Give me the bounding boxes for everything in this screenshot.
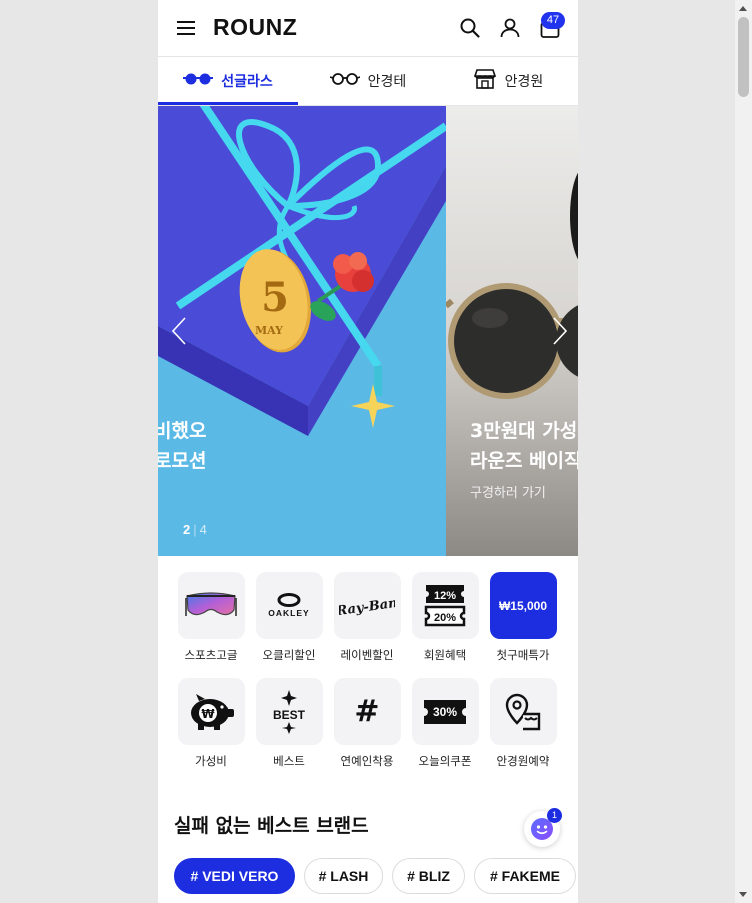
category-label: 오늘의쿠폰 [418, 754, 472, 768]
rounz-logo[interactable]: ROUNZ [213, 14, 297, 41]
tab-label: 안경테 [367, 74, 407, 90]
category-tabs: 선글라스 안경테 안경원 [158, 57, 578, 106]
brand-chip-fakeme[interactable]: # FAKEME [474, 858, 576, 894]
gift-box-illustration: 5 MAY [158, 106, 446, 556]
category-label: 회원혜택 [423, 648, 467, 662]
hamburger-menu-icon[interactable] [176, 18, 198, 38]
brand-chip-bliz[interactable]: # BLIZ [392, 858, 465, 894]
carousel-pager: 2 | 4 [183, 522, 207, 537]
pager-current: 2 [183, 522, 191, 537]
category-celebrity[interactable]: # 연예인착용 [328, 678, 406, 769]
rayban-logo-text: Ray-Ban [339, 595, 395, 619]
category-daily-coupon[interactable]: 30% 오늘의쿠폰 [406, 678, 484, 769]
slide-cta-link[interactable]: 구경하러 가기 [470, 482, 546, 501]
coupon-top-text: 12% [434, 590, 456, 602]
slide-title: 비했오 로모션 [158, 420, 207, 472]
category-value[interactable]: ₩ 가성비 [172, 678, 250, 769]
gift-tag-month: MAY [255, 324, 283, 337]
carousel-prev-chevron-icon[interactable] [170, 316, 190, 346]
tab-eyeglasses[interactable]: 안경테 [298, 57, 438, 105]
slide-title: 3만원대 가성 라운즈 베이직 [470, 420, 578, 472]
sports-goggle-icon [177, 572, 245, 639]
scroll-down-arrow-icon[interactable] [739, 892, 747, 897]
best-brands-title: 실패 없는 베스트 브랜드 [174, 815, 369, 837]
store-icon [473, 68, 497, 94]
brand-chip-vedi-vero[interactable]: # VEDI VERO [174, 858, 295, 894]
pager-total: 4 [199, 522, 207, 537]
category-sports-goggles[interactable]: 스포츠고글 [172, 572, 250, 663]
search-icon[interactable] [458, 16, 482, 40]
hashtag-icon: # [333, 678, 401, 745]
best-icon: BEST [255, 678, 323, 745]
price-tile: ₩15,000 [489, 572, 557, 639]
category-label: 첫구매특가 [496, 648, 550, 662]
tab-sunglasses[interactable]: 선글라스 [158, 57, 298, 105]
category-label: 가성비 [195, 754, 227, 768]
coupon-text: 30% [433, 705, 457, 719]
category-label: 연예인착용 [340, 754, 394, 768]
category-store-reservation[interactable]: 안경원예약 [484, 678, 562, 769]
category-label: 스포츠고글 [184, 648, 238, 662]
promo-carousel[interactable]: 5 MAY 비했오 로모션 3만원대 가성 라운즈 베이직 구경하러 가기 2 … [158, 106, 578, 556]
location-store-icon [489, 678, 557, 745]
category-first-purchase[interactable]: ₩15,000 첫구매특가 [484, 572, 562, 663]
pager-separator: | [193, 522, 197, 537]
category-label: 안경원예약 [496, 754, 550, 768]
piggy-won-symbol: ₩ [201, 707, 215, 721]
scroll-up-arrow-icon[interactable] [739, 6, 747, 11]
hashtag-symbol: # [354, 694, 380, 729]
price-text: ₩15,000 [498, 598, 548, 613]
tab-optical-store[interactable]: 안경원 [438, 57, 578, 105]
sunglasses-icon [183, 72, 214, 90]
active-tab-indicator [158, 102, 298, 105]
cart-count-badge: 47 [541, 12, 565, 29]
coupon-icon: 30% [411, 678, 479, 745]
top-header: ROUNZ 47 [158, 0, 578, 57]
best-text: BEST [273, 708, 306, 722]
gift-tag-number: 5 [261, 274, 289, 321]
page-scrollbar[interactable] [735, 0, 752, 903]
carousel-next-chevron-icon[interactable] [549, 316, 569, 346]
oakley-logo-text: OAKLEY [268, 608, 309, 618]
category-label: 베스트 [273, 754, 305, 768]
category-label: 레이벤할인 [340, 648, 394, 662]
category-member-benefits[interactable]: 12% 20% 회원혜택 [406, 572, 484, 663]
category-rayban-sale[interactable]: Ray-Ban 레이벤할인 [328, 572, 406, 663]
app-frame: ROUNZ 47 선글라스 안경테 안경원 5 MAY 비했오 로모션 3만원대… [158, 0, 578, 903]
coupon-stack-icon: 12% 20% [411, 572, 479, 639]
scrollbar-thumb[interactable] [738, 17, 749, 97]
glasses-icon [329, 72, 360, 90]
coupon-bottom-text: 20% [434, 612, 456, 624]
chat-unread-badge: 1 [547, 808, 562, 823]
carousel-slide-gift[interactable]: 5 MAY 비했오 로모션 [158, 106, 446, 556]
tab-label: 안경원 [504, 74, 544, 90]
oakley-logo: OAKLEY [255, 572, 323, 639]
brand-chip-lash[interactable]: # LASH [304, 858, 383, 894]
user-icon[interactable] [498, 16, 522, 40]
category-label: 오클리할인 [262, 648, 316, 662]
rayban-logo: Ray-Ban [333, 572, 401, 639]
category-oakley-sale[interactable]: OAKLEY 오클리할인 [250, 572, 328, 663]
category-best[interactable]: BEST 베스트 [250, 678, 328, 769]
tab-label: 선글라스 [221, 74, 273, 90]
piggy-bank-icon: ₩ [177, 678, 245, 745]
